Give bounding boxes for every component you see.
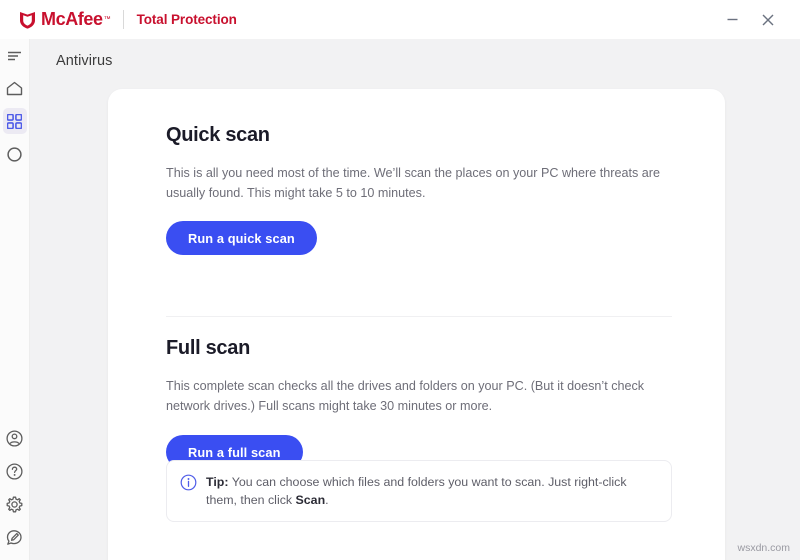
sidebar-bottom-group [0, 422, 29, 554]
sidebar-item-account[interactable] [0, 422, 29, 455]
quick-scan-action-wrap: Run a quick scan [166, 221, 686, 255]
circle-icon [7, 147, 22, 162]
quick-scan-description-wrap: This is all you need most of the time. W… [166, 163, 686, 203]
tip-sentence-part2: . [325, 493, 329, 507]
tip-text: Tip: You can choose which files and fold… [206, 473, 657, 509]
tip-bold-word: Scan [295, 493, 326, 507]
sidebar-item-menu[interactable] [0, 39, 29, 72]
minimize-button[interactable] [714, 0, 750, 39]
close-button[interactable] [750, 0, 786, 39]
full-scan-action-wrap: Run a full scan [166, 395, 686, 469]
sidebar-item-help[interactable] [0, 455, 29, 488]
full-scan-heading: Full scan [166, 337, 250, 359]
tip-sentence-part1: You can choose which files and folders y… [206, 475, 627, 507]
quick-scan-heading: Quick scan [166, 124, 270, 146]
sidebar-top-group [0, 39, 29, 171]
title-bar: McAfee ™ Total Protection [0, 0, 800, 39]
sidebar-item-apps[interactable] [0, 105, 29, 138]
tip-label: Tip: [206, 475, 229, 489]
page-title: Antivirus [56, 53, 113, 69]
grid-apps-icon [7, 114, 22, 129]
sidebar-item-protection[interactable] [0, 138, 29, 171]
section-divider [166, 316, 672, 317]
brand-wordmark: McAfee [41, 9, 103, 29]
info-circle-icon [180, 474, 197, 491]
full-scan-section: Full scan [166, 337, 686, 360]
product-name: Total Protection [136, 12, 237, 27]
brand-logo: McAfee ™ Total Protection [19, 0, 237, 39]
sidebar-item-feedback[interactable] [0, 521, 29, 554]
sidebar [0, 39, 30, 560]
hamburger-menu-icon [7, 50, 22, 62]
window-controls [714, 0, 800, 39]
home-icon [6, 81, 23, 96]
feedback-pencil-icon [6, 529, 23, 546]
help-circle-icon [6, 463, 23, 480]
run-quick-scan-button[interactable]: Run a quick scan [166, 221, 317, 255]
quick-scan-section: Quick scan [166, 124, 686, 147]
sidebar-item-settings[interactable] [0, 488, 29, 521]
watermark: wsxdn.com [737, 542, 790, 554]
quick-scan-description: This is all you need most of the time. W… [166, 166, 660, 200]
gear-icon [6, 496, 23, 513]
antivirus-card: Quick scan This is all you need most of … [108, 89, 725, 560]
brand-trademark: ™ [103, 16, 111, 23]
brand-divider [122, 10, 124, 29]
content-area: Antivirus Quick scan This is all you nee… [30, 39, 800, 560]
tip-callout: Tip: You can choose which files and fold… [166, 460, 672, 522]
account-circle-icon [6, 430, 23, 447]
mcafee-shield-icon [19, 11, 36, 29]
sidebar-item-home[interactable] [0, 72, 29, 105]
